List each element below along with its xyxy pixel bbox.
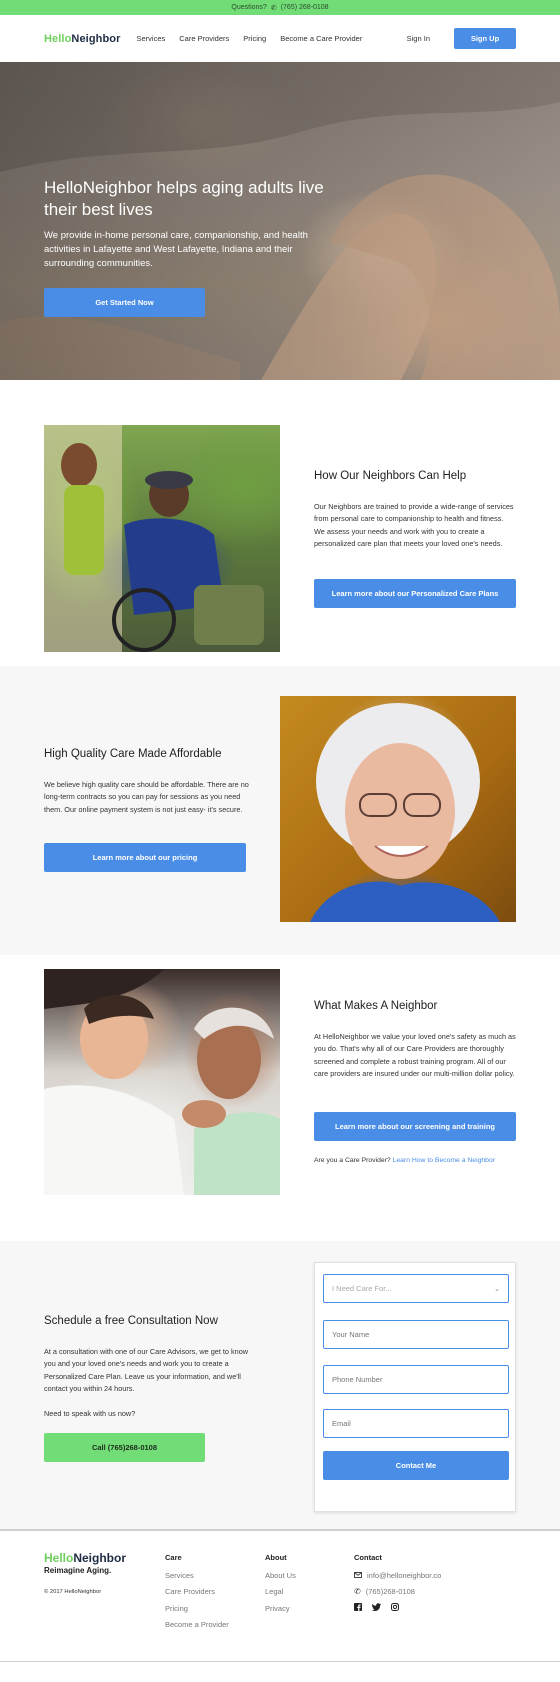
neighbor-heading: What Makes A Neighbor — [314, 1000, 438, 1012]
name-input[interactable] — [323, 1320, 509, 1349]
nav-actions: Sign In Sign Up — [407, 28, 516, 49]
footer-contact-column: Contact info@helloneighbor.co ✆ (765)268… — [354, 1553, 441, 1611]
twitter-icon[interactable] — [372, 1602, 381, 1611]
topbar-phone-link[interactable]: (765) 268-0108 — [281, 4, 329, 11]
footer-logo-neighbor: Neighbor — [73, 1551, 127, 1565]
call-button[interactable]: Call (765)268-0108 — [44, 1433, 205, 1462]
care-provider-question: Are you a Care Provider? Learn How to Be… — [314, 1157, 495, 1164]
top-bar: Questions? ✆ (765) 268-0108 — [0, 0, 560, 15]
nav-link-pricing[interactable]: Pricing — [243, 34, 266, 43]
logo-hello: Hello — [44, 32, 72, 45]
instagram-icon[interactable] — [391, 1602, 399, 1611]
help-body: Our Neighbors are trained to provide a w… — [314, 502, 514, 548]
logo-neighbor: Neighbor — [71, 32, 121, 45]
hero-overlay — [0, 62, 560, 380]
nav-link-become-provider[interactable]: Become a Care Provider — [280, 34, 362, 43]
footer-logo[interactable]: HelloNeighbor — [44, 1551, 126, 1565]
social-links — [354, 1602, 441, 1611]
photo3-shapes — [44, 969, 280, 1195]
help-heading: How Our Neighbors Can Help — [314, 470, 467, 482]
footer-link-care-providers[interactable]: Care Providers — [165, 1584, 229, 1600]
nav-link-services[interactable]: Services — [136, 34, 165, 43]
footer-top-divider — [0, 1529, 560, 1531]
footer-copyright: © 2017 HelloNeighbor — [44, 1589, 102, 1595]
neighbor-body: At HelloNeighbor we value your loved one… — [314, 1032, 516, 1078]
footer-email[interactable]: info@helloneighbor.co — [354, 1568, 441, 1584]
nav-link-care-providers[interactable]: Care Providers — [179, 34, 229, 43]
caregiver-wheelchair-photo — [44, 425, 280, 652]
care-for-placeholder: I Need Care For... — [332, 1284, 392, 1293]
hero-title: HelloNeighbor helps aging adults live th… — [44, 178, 324, 219]
footer-tagline: Reimagine Aging. — [44, 1566, 112, 1575]
care-plans-button[interactable]: Learn more about our Personalized Care P… — [314, 579, 516, 608]
mail-icon — [354, 1568, 362, 1584]
facebook-icon[interactable] — [354, 1602, 362, 1611]
hero-subtitle: We provide in-home personal care, compan… — [44, 230, 308, 269]
caregiver-hug-photo — [44, 969, 280, 1195]
footer-link-become-provider[interactable]: Become a Provider — [165, 1617, 229, 1633]
consultation-body: At a consultation with one of our Care A… — [44, 1347, 249, 1393]
photo1-shapes — [44, 425, 264, 652]
footer-bottom-divider — [0, 1661, 560, 1662]
footer-link-pricing[interactable]: Pricing — [165, 1601, 229, 1617]
become-neighbor-link[interactable]: Learn How to Become a Neighbor — [393, 1157, 495, 1164]
questions-label: Questions? — [231, 4, 267, 11]
care-for-select[interactable]: I Need Care For... ⌄ — [323, 1274, 509, 1303]
logo[interactable]: HelloNeighbor — [44, 33, 120, 45]
footer-link-about-us[interactable]: About Us — [265, 1568, 296, 1584]
photo2-shapes — [310, 703, 500, 922]
screening-training-button[interactable]: Learn more about our screening and train… — [314, 1112, 516, 1141]
provider-question-text: Are you a Care Provider? — [314, 1157, 391, 1164]
phone-icon: ✆ — [354, 1587, 361, 1597]
affordable-heading: High Quality Care Made Affordable — [44, 748, 222, 760]
contact-me-button[interactable]: Contact Me — [323, 1451, 509, 1480]
footer-link-services[interactable]: Services — [165, 1568, 229, 1584]
footer-link-privacy[interactable]: Privacy — [265, 1601, 296, 1617]
chevron-down-icon: ⌄ — [494, 1285, 500, 1293]
phone-input[interactable] — [323, 1365, 509, 1394]
footer-phone[interactable]: ✆ (765)268-0108 — [354, 1584, 441, 1600]
footer-care-heading: Care — [165, 1553, 182, 1562]
footer-link-legal[interactable]: Legal — [265, 1584, 296, 1600]
affordable-body: We believe high quality care should be a… — [44, 780, 249, 814]
email-input[interactable] — [323, 1409, 509, 1438]
footer-about-heading: About — [265, 1553, 287, 1562]
main-nav: HelloNeighbor Services Care Providers Pr… — [0, 15, 560, 62]
consultation-heading: Schedule a free Consultation Now — [44, 1315, 218, 1327]
consultation-form: I Need Care For... ⌄ Contact Me — [314, 1262, 516, 1512]
footer-logo-hello: Hello — [44, 1551, 74, 1565]
sign-up-button[interactable]: Sign Up — [454, 28, 516, 49]
footer-contact-heading: Contact — [354, 1553, 382, 1562]
footer-care-column: Care Services Care Providers Pricing Bec… — [165, 1553, 229, 1633]
nav-links: Services Care Providers Pricing Become a… — [136, 34, 362, 43]
speak-now-text: Need to speak with us now? — [44, 1409, 136, 1418]
sign-in-link[interactable]: Sign In — [407, 34, 430, 43]
get-started-button[interactable]: Get Started Now — [44, 288, 205, 317]
phone-icon: ✆ — [270, 4, 277, 12]
pricing-button[interactable]: Learn more about our pricing — [44, 843, 246, 872]
footer-phone-text: (765)268-0108 — [365, 1587, 415, 1597]
smiling-senior-woman-photo — [280, 696, 516, 922]
footer-about-column: About About Us Legal Privacy — [265, 1553, 296, 1617]
hero-section: HelloNeighbor helps aging adults live th… — [0, 62, 560, 380]
footer-email-text: info@helloneighbor.co — [367, 1571, 442, 1580]
